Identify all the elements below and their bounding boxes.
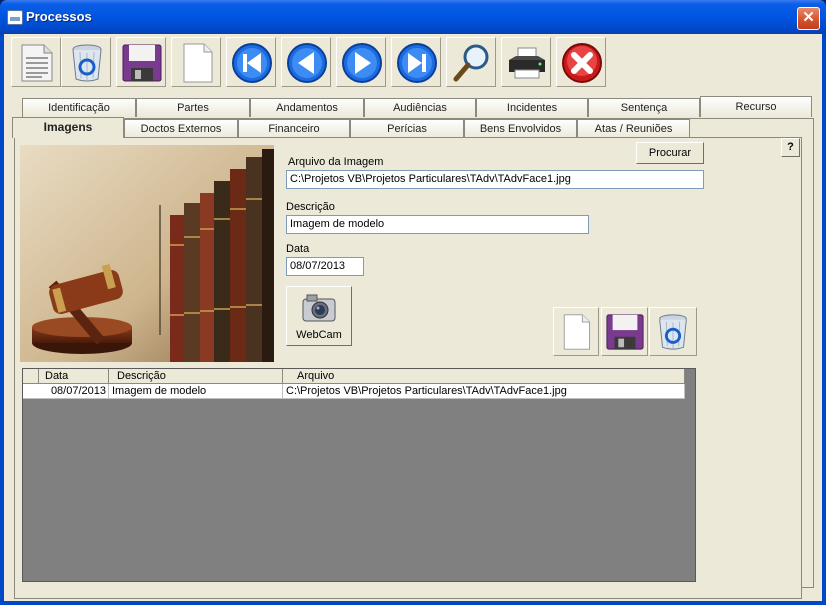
date-label: Data xyxy=(286,243,310,255)
column-header-descricao[interactable]: Descrição xyxy=(109,369,283,384)
new-button[interactable] xyxy=(171,37,221,87)
file-path-field[interactable]: C:\Projetos VB\Projetos Particulares\TAd… xyxy=(286,170,704,189)
grid-corner xyxy=(23,369,39,384)
camera-icon xyxy=(302,294,336,322)
app-icon xyxy=(7,10,23,25)
list-report-button[interactable] xyxy=(11,37,61,87)
cell-description[interactable]: Imagem de modelo xyxy=(109,384,283,399)
webcam-label: WebCam xyxy=(296,329,342,341)
printer-icon xyxy=(509,47,545,79)
images-grid[interactable]: Data Descrição Arquivo 08/07/2013 Imagem… xyxy=(22,368,696,582)
title-bar[interactable]: Processos ✕ xyxy=(0,0,826,34)
window: Processos ✕ Identificação Partes Andamen… xyxy=(0,0,826,605)
blank-page-icon xyxy=(563,314,591,350)
tab-pericias[interactable]: Perícias xyxy=(350,119,464,138)
close-window-button[interactable]: ✕ xyxy=(797,7,820,30)
window-frame-bottom xyxy=(0,601,826,605)
right-arrow-icon xyxy=(342,43,382,83)
column-header-data[interactable]: Data xyxy=(39,369,109,384)
webcam-button[interactable]: WebCam xyxy=(286,286,352,346)
recycle-bin-icon xyxy=(72,44,102,82)
tab-doctos-externos[interactable]: Doctos Externos xyxy=(124,119,238,138)
window-frame-right xyxy=(822,34,826,601)
exit-button[interactable] xyxy=(556,37,606,87)
blank-page-icon xyxy=(183,43,213,83)
floppy-disk-icon xyxy=(606,314,644,350)
previous-record-button[interactable] xyxy=(281,37,331,87)
help-button[interactable]: ? xyxy=(781,138,800,157)
tab-andamentos[interactable]: Andamentos xyxy=(250,98,364,117)
next-record-button[interactable] xyxy=(336,37,386,87)
tab-sentenca[interactable]: Sentença xyxy=(588,98,700,117)
save-button[interactable] xyxy=(116,37,166,87)
tab-bens-envolvidos[interactable]: Bens Envolvidos xyxy=(464,119,577,138)
column-header-arquivo[interactable]: Arquivo xyxy=(283,369,685,384)
document-list-icon xyxy=(21,44,53,82)
tab-atas-reunioes[interactable]: Atas / Reuniões xyxy=(577,119,690,138)
tab-partes[interactable]: Partes xyxy=(136,98,250,117)
tab-imagens[interactable]: Imagens xyxy=(12,117,124,138)
tab-recurso[interactable]: Recurso xyxy=(700,96,812,117)
tab-financeiro[interactable]: Financeiro xyxy=(238,119,350,138)
left-arrow-icon xyxy=(287,43,327,83)
window-title: Processos xyxy=(26,9,92,24)
magnifier-icon xyxy=(453,44,489,82)
imagens-panel: Procurar ? Arquivo da Imagem C:\Projetos… xyxy=(14,137,802,599)
last-record-button[interactable] xyxy=(391,37,441,87)
search-button[interactable] xyxy=(446,37,496,87)
first-arrow-icon xyxy=(232,43,272,83)
print-button[interactable] xyxy=(501,37,551,87)
file-label: Arquivo da Imagem xyxy=(288,156,384,168)
red-x-icon xyxy=(562,43,602,83)
browse-button[interactable]: Procurar xyxy=(636,142,704,164)
delete-button[interactable] xyxy=(61,37,111,87)
last-arrow-icon xyxy=(397,43,437,83)
image-preview xyxy=(20,145,274,362)
description-field[interactable]: Imagem de modelo xyxy=(286,215,589,234)
new-image-button[interactable] xyxy=(553,307,599,356)
cell-file[interactable]: C:\Projetos VB\Projetos Particulares\TAd… xyxy=(283,384,685,399)
description-label: Descrição xyxy=(286,201,335,213)
date-field[interactable]: 08/07/2013 xyxy=(286,257,364,276)
client-area: Identificação Partes Andamentos Audiênci… xyxy=(4,34,822,601)
tab-identificacao[interactable]: Identificação xyxy=(22,98,136,117)
save-image-button[interactable] xyxy=(601,307,648,356)
recycle-bin-icon xyxy=(659,314,687,350)
first-record-button[interactable] xyxy=(226,37,276,87)
tab-incidentes[interactable]: Incidentes xyxy=(476,98,588,117)
tab-audiencias[interactable]: Audiências xyxy=(364,98,476,117)
floppy-disk-icon xyxy=(122,44,162,82)
cell-date[interactable]: 08/07/2013 xyxy=(23,384,109,399)
delete-image-button[interactable] xyxy=(649,307,697,356)
